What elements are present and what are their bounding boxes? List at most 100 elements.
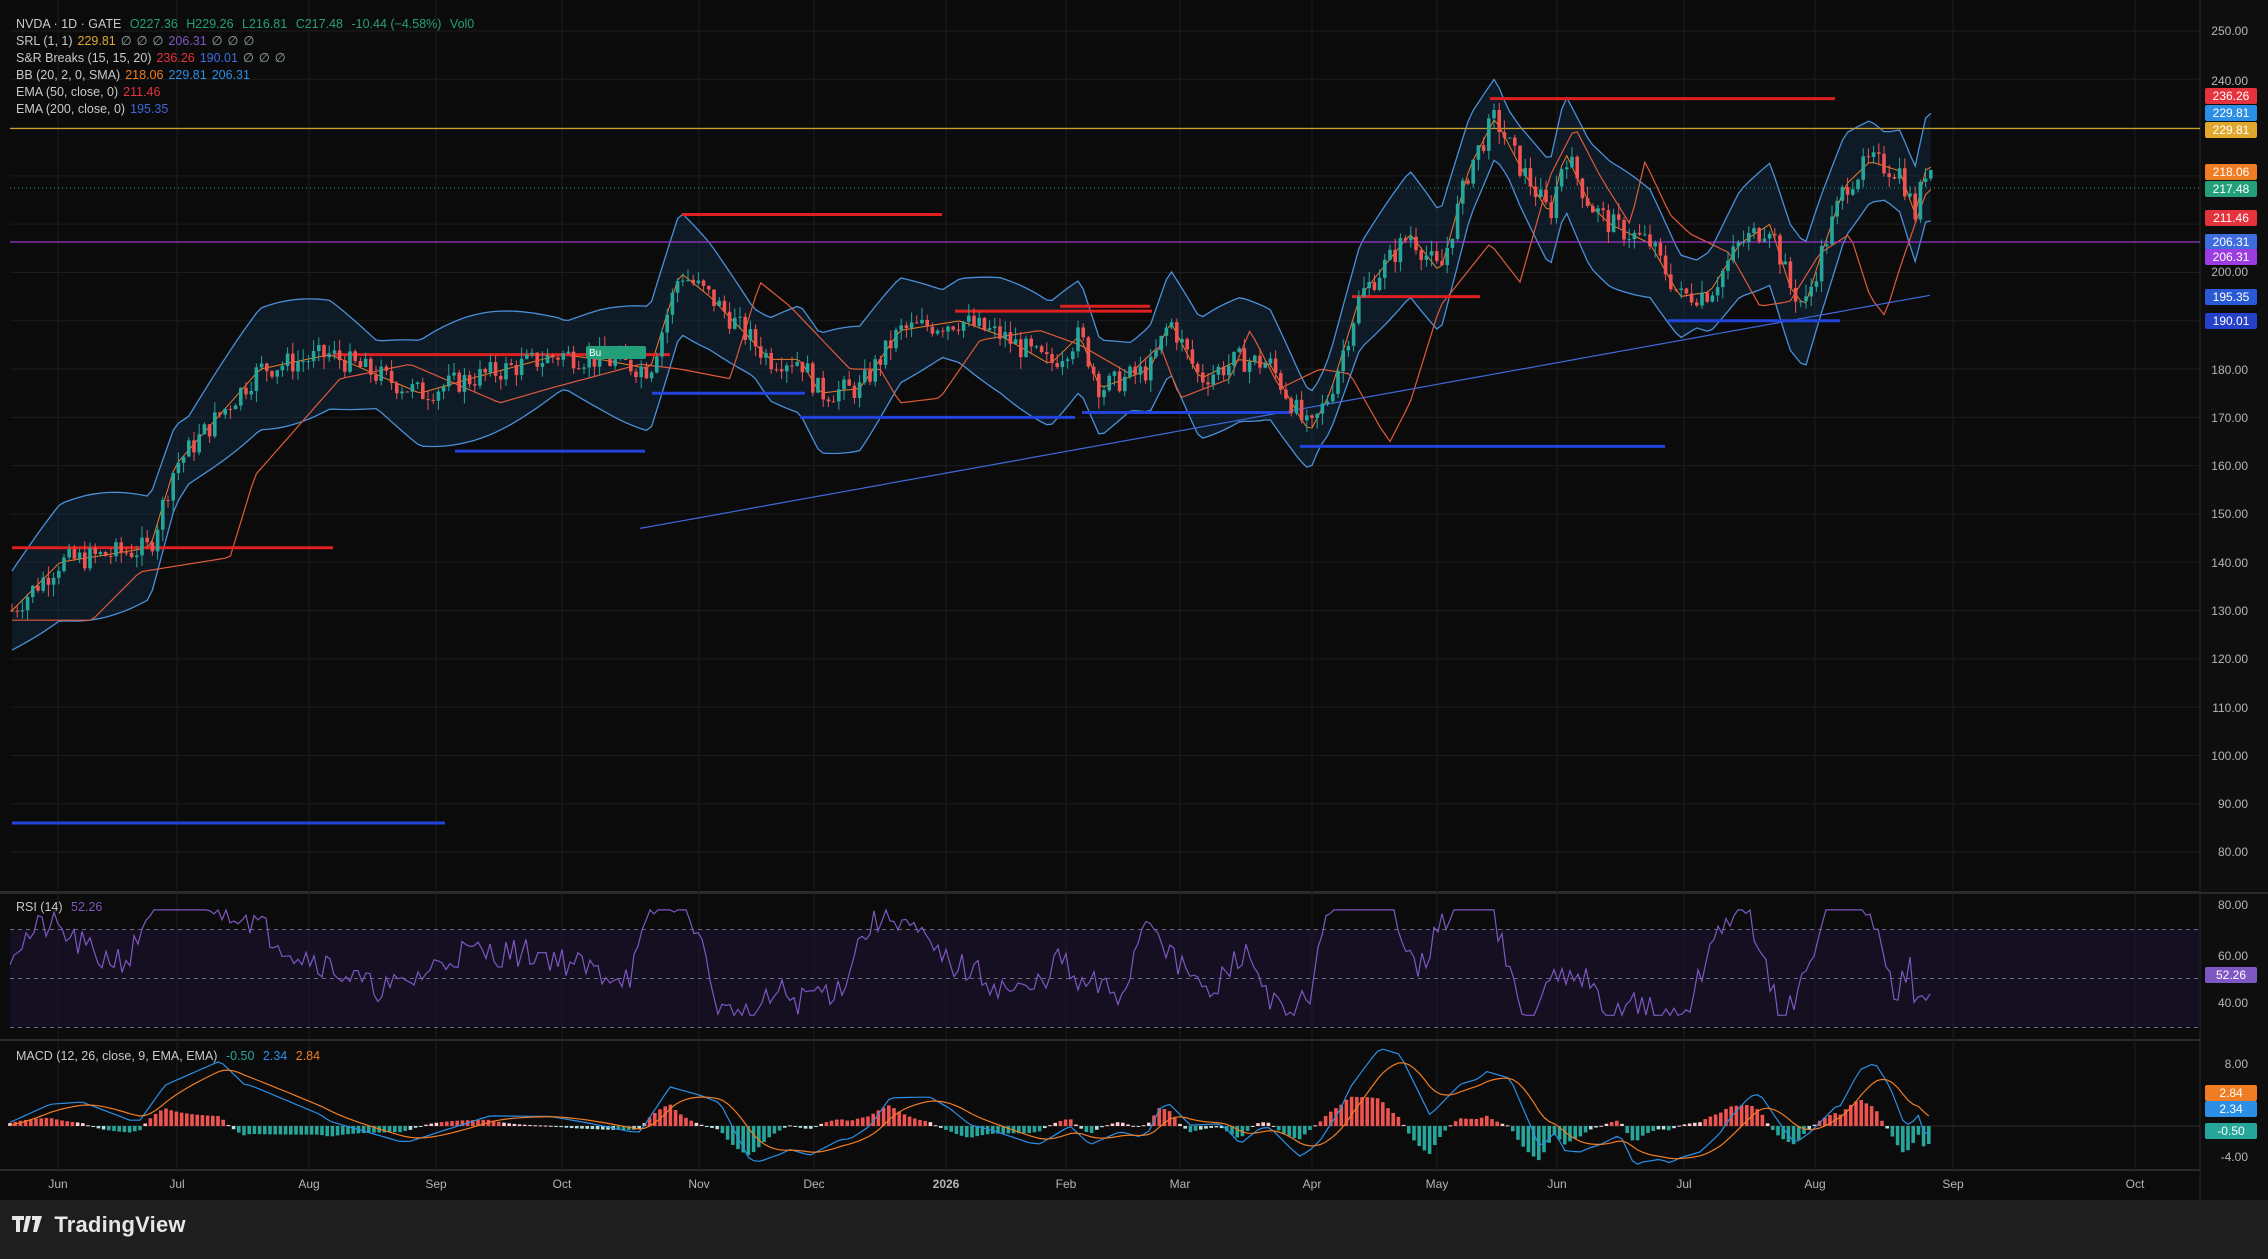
macd-histogram-bar xyxy=(1069,1119,1073,1126)
macd-histogram-bar xyxy=(304,1126,309,1135)
candle-body xyxy=(1643,234,1647,236)
candle-body xyxy=(1003,332,1007,339)
indicator-legend-bb[interactable]: BB (20, 2, 0, SMA) 218.06 229.81 206.31 xyxy=(16,67,255,83)
macd-histogram-bar xyxy=(850,1120,855,1126)
macd-histogram-bar xyxy=(445,1121,449,1126)
candle-body xyxy=(457,372,461,392)
candle-body xyxy=(1201,372,1205,383)
macd-legend[interactable]: MACD (12, 26, close, 9, EMA, EMA) -0.50 … xyxy=(16,1048,325,1064)
candle-body xyxy=(317,345,321,352)
macd-histogram-bar xyxy=(705,1126,709,1127)
macd-histogram-bar xyxy=(502,1122,506,1126)
candle-body xyxy=(1674,289,1678,291)
rsi-name[interactable]: RSI (14) xyxy=(16,900,63,914)
chart-canvas[interactable]: 250.00240.00200.00190.00180.00170.00160.… xyxy=(0,0,2268,1200)
macd-histogram-bar xyxy=(1188,1126,1193,1133)
indicator-name[interactable]: EMA (50, close, 0) xyxy=(16,85,118,99)
candle-body xyxy=(119,542,123,553)
price-axis-label: 130.00 xyxy=(2211,604,2248,618)
close-value: C217.48 xyxy=(295,17,343,31)
indicator-legend-ema-50[interactable]: EMA (50, close, 0) 211.46 xyxy=(16,84,165,100)
candle-body xyxy=(161,499,165,530)
macd-histogram-bar xyxy=(1453,1121,1458,1126)
candle-body xyxy=(1393,249,1397,263)
macd-histogram-bar xyxy=(1084,1126,1089,1133)
indicator-name[interactable]: BB (20, 2, 0, SMA) xyxy=(16,68,120,82)
macd-histogram-bar xyxy=(55,1119,59,1126)
macd-axis-label: -4.00 xyxy=(2221,1150,2249,1164)
macd-histogram-bar xyxy=(580,1126,584,1129)
indicator-legend-sr-breaks[interactable]: S&R Breaks (15, 15, 20) 236.26 190.01 ∅ ∅ ∅ xyxy=(16,50,291,66)
macd-histogram-bar xyxy=(1178,1123,1182,1126)
indicator-name[interactable]: EMA (200, close, 0) xyxy=(16,102,125,116)
candle-body xyxy=(62,557,66,571)
macd-histogram-bar xyxy=(86,1125,90,1127)
macd-histogram-bar xyxy=(689,1120,693,1126)
macd-histogram-bar xyxy=(1734,1105,1739,1126)
macd-histogram-bar xyxy=(1869,1106,1874,1126)
candle-body xyxy=(265,363,269,372)
macd-histogram-bar xyxy=(211,1115,215,1126)
candle-body xyxy=(1097,373,1101,398)
macd-histogram-bar xyxy=(798,1126,803,1128)
candle-body xyxy=(1429,251,1434,256)
macd-histogram-bar xyxy=(1079,1126,1083,1129)
macd-histogram-bar xyxy=(1422,1126,1427,1151)
candle-body xyxy=(779,369,784,372)
indicator-value: 229.81 xyxy=(168,68,207,82)
macd-histogram-bar xyxy=(1646,1126,1650,1134)
macd-histogram-bar xyxy=(283,1126,288,1135)
rsi-axis-label: 40.00 xyxy=(2218,996,2248,1010)
symbol-name[interactable]: NVDA · 1D · GATE xyxy=(16,17,121,31)
macd-histogram-bar xyxy=(164,1108,168,1126)
candle-body xyxy=(696,280,701,284)
candle-body xyxy=(1045,352,1049,355)
candle-body xyxy=(1840,187,1845,201)
macd-name[interactable]: MACD (12, 26, close, 9, EMA, EMA) xyxy=(16,1049,217,1063)
indicator-legend-ema-200[interactable]: EMA (200, close, 0) 195.35 xyxy=(16,101,173,117)
candle-body xyxy=(1539,189,1543,198)
macd-histogram-bar xyxy=(174,1111,179,1126)
candle-body xyxy=(83,552,87,569)
indicator-value: ∅ xyxy=(211,34,223,48)
candle-body xyxy=(956,329,961,331)
macd-histogram-bar xyxy=(528,1125,532,1127)
macd-histogram-bar xyxy=(1204,1126,1208,1129)
macd-histogram-bar xyxy=(429,1123,433,1126)
candle-body xyxy=(77,552,82,559)
candle-body xyxy=(873,359,877,382)
candle-body xyxy=(1409,236,1413,241)
macd-histogram-bar xyxy=(1682,1124,1687,1126)
candle-body xyxy=(103,552,108,557)
rsi-legend[interactable]: RSI (14) 52.26 xyxy=(16,899,107,915)
candle-body xyxy=(1336,371,1340,394)
indicator-value: 206.31 xyxy=(168,34,207,48)
macd-histogram-bar xyxy=(663,1106,667,1126)
macd-histogram-bar xyxy=(939,1126,943,1128)
macd-histogram-bar xyxy=(866,1116,870,1126)
price-tag: 211.46 xyxy=(2205,210,2257,226)
candle-body xyxy=(561,353,565,360)
indicator-name[interactable]: SRL (1, 1) xyxy=(16,34,73,48)
candle-body xyxy=(1679,288,1683,290)
macd-histogram-bar xyxy=(1490,1119,1494,1126)
indicator-value: ∅ xyxy=(258,51,270,65)
time-axis-label: May xyxy=(1426,1177,1449,1191)
candle-body xyxy=(228,408,233,410)
signal-badge-label: Bu xyxy=(589,348,601,359)
candle-body xyxy=(998,326,1002,339)
indicator-legend-srl[interactable]: SRL (1, 1) 229.81 ∅ ∅ ∅ 206.31 ∅ ∅ ∅ xyxy=(16,33,259,49)
candle-body xyxy=(1591,205,1595,213)
indicator-name[interactable]: S&R Breaks (15, 15, 20) xyxy=(16,51,151,65)
macd-histogram-bar xyxy=(533,1125,537,1127)
candle-body xyxy=(410,384,415,392)
candle-body xyxy=(145,537,149,543)
tradingview-logo[interactable]: TradingView xyxy=(12,1212,186,1238)
candle-body xyxy=(1793,287,1798,302)
macd-histogram-bar xyxy=(1641,1126,1645,1136)
candle-body xyxy=(1388,249,1392,260)
symbol-legend[interactable]: NVDA · 1D · GATE O227.36 H229.26 L216.81… xyxy=(16,16,479,32)
candle-body xyxy=(1190,349,1195,364)
macd-histogram-bar xyxy=(138,1126,142,1131)
candle-body xyxy=(1128,366,1132,377)
